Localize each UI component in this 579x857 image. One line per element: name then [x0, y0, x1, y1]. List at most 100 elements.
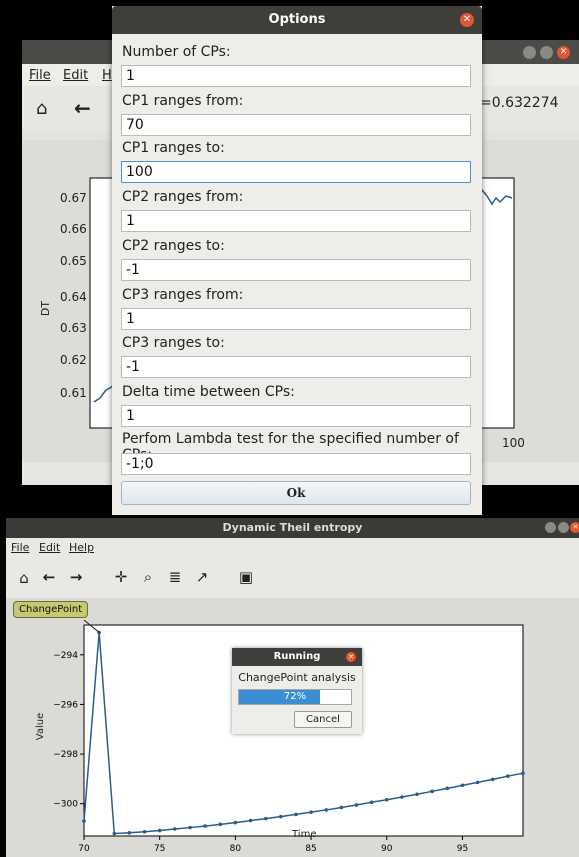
x-tick-label: 95	[457, 844, 468, 854]
data-point	[248, 818, 253, 823]
maximize-icon[interactable]	[540, 46, 553, 59]
field-label-cp2-to: CP2 ranges to:	[122, 238, 225, 254]
save-icon[interactable]: ▣	[236, 568, 256, 586]
forward-icon[interactable]: →	[66, 568, 86, 586]
zoom-icon[interactable]: ⌕	[138, 568, 158, 586]
field-label-num-cps: Number of CPs:	[122, 44, 231, 60]
progress-bar: 72%	[238, 689, 352, 705]
cp3-from-input[interactable]: 1	[121, 308, 471, 330]
field-label-cp3-to: CP3 ranges to:	[122, 335, 225, 351]
field-label-delta-time: Delta time between CPs:	[122, 384, 295, 400]
bg-ytick: 0.63	[60, 321, 87, 335]
menu-edit[interactable]: Edit	[63, 68, 88, 83]
changepoint-tooltip: ChangePoint	[13, 601, 89, 618]
data-point	[460, 783, 465, 788]
main-menubar: File Edit Help	[6, 538, 579, 556]
data-point	[490, 777, 495, 782]
cp2-to-input[interactable]: -1	[121, 259, 471, 281]
data-point	[173, 827, 177, 831]
bg-ytick: 0.62	[60, 353, 87, 367]
bg-xtick: 100	[502, 436, 525, 450]
cp1-to-input[interactable]: 100	[121, 161, 471, 183]
x-tick-label: 75	[154, 844, 165, 854]
field-label-cp1-from: CP1 ranges from:	[122, 93, 244, 109]
data-point	[506, 774, 510, 778]
ok-button[interactable]: Ok	[121, 481, 471, 505]
bg-ytick: 0.66	[60, 222, 87, 236]
minimize-icon[interactable]	[545, 522, 556, 533]
bg-ytick: 0.67	[60, 191, 87, 205]
data-point	[112, 831, 117, 836]
bg-ytick: 0.61	[60, 386, 87, 400]
y-tick-label: −300	[53, 800, 78, 810]
running-dialog-title: Running	[232, 648, 362, 666]
home-icon[interactable]: ⌂	[36, 98, 47, 119]
maximize-icon[interactable]	[558, 522, 569, 533]
y-tick-label: −294	[53, 651, 78, 661]
home-icon[interactable]: ⌂	[14, 569, 34, 587]
close-icon[interactable]: ✕	[570, 522, 579, 533]
field-label-cp2-from: CP2 ranges from:	[122, 189, 244, 205]
menu-edit[interactable]: Edit	[39, 541, 60, 554]
data-point	[203, 824, 207, 828]
data-point	[354, 803, 359, 807]
data-point	[188, 825, 192, 830]
cp1-from-input[interactable]: 70	[121, 114, 471, 136]
edit-axis-icon[interactable]: ↗	[192, 568, 212, 586]
data-point	[521, 771, 525, 775]
bg-ytick: 0.64	[60, 290, 87, 304]
main-window-title: Dynamic Theil entropy	[6, 518, 579, 538]
menu-file[interactable]: File	[29, 68, 51, 83]
menu-help[interactable]: Help	[69, 541, 94, 554]
data-point	[430, 789, 434, 794]
options-dialog: Options ✕ Number of CPs: 1 CP1 ranges fr…	[112, 6, 482, 515]
bg-ytick: 0.65	[60, 254, 87, 268]
data-point	[339, 805, 344, 810]
cancel-button[interactable]: Cancel	[294, 711, 352, 728]
delta-time-input[interactable]: 1	[121, 405, 471, 427]
menu-file[interactable]: File	[11, 541, 29, 554]
data-point	[384, 797, 389, 802]
data-point	[142, 829, 147, 834]
y-tick-label: −298	[53, 750, 78, 760]
field-label-cp3-from: CP3 ranges from:	[122, 287, 244, 303]
bg-ylabel: DT	[39, 300, 53, 317]
data-point	[157, 828, 162, 833]
data-point	[309, 810, 313, 814]
num-cps-input[interactable]: 1	[121, 65, 471, 87]
data-point	[400, 795, 404, 799]
configure-subplots-icon[interactable]: ≣	[165, 568, 185, 586]
running-message: ChangePoint analysis	[238, 671, 356, 684]
data-point	[475, 780, 480, 785]
close-icon[interactable]: ✕	[346, 652, 356, 662]
options-dialog-title: Options	[112, 6, 482, 34]
running-dialog: Running ✕ ChangePoint analysis 72% Cance…	[232, 648, 362, 734]
data-point	[82, 819, 86, 823]
back-icon[interactable]: ←	[74, 96, 91, 120]
coordinate-readout: =0.632274	[480, 95, 559, 111]
back-icon[interactable]: ←	[39, 568, 59, 586]
data-point	[324, 808, 329, 812]
data-point	[369, 800, 374, 805]
lambda-test-input[interactable]: -1;0	[121, 453, 471, 475]
close-icon[interactable]: ✕	[460, 13, 474, 27]
cp2-from-input[interactable]: 1	[121, 210, 471, 232]
x-tick-label: 70	[78, 844, 90, 854]
x-axis-label: Time	[292, 829, 317, 840]
data-point	[415, 792, 419, 797]
data-point	[278, 814, 283, 819]
close-icon[interactable]: ✕	[557, 46, 570, 59]
x-tick-label: 85	[305, 844, 316, 854]
data-point	[445, 786, 450, 791]
x-tick-label: 90	[381, 844, 393, 854]
data-point	[294, 812, 298, 817]
field-label-cp1-to: CP1 ranges to:	[122, 140, 225, 156]
x-tick-label: 80	[230, 844, 242, 854]
y-tick-label: −296	[53, 700, 78, 710]
menu-help[interactable]: H	[102, 68, 112, 83]
minimize-icon[interactable]	[523, 46, 536, 59]
pan-icon[interactable]: ✛	[111, 568, 131, 586]
data-point	[233, 820, 238, 825]
progress-text: 72%	[283, 691, 307, 702]
cp3-to-input[interactable]: -1	[121, 356, 471, 378]
